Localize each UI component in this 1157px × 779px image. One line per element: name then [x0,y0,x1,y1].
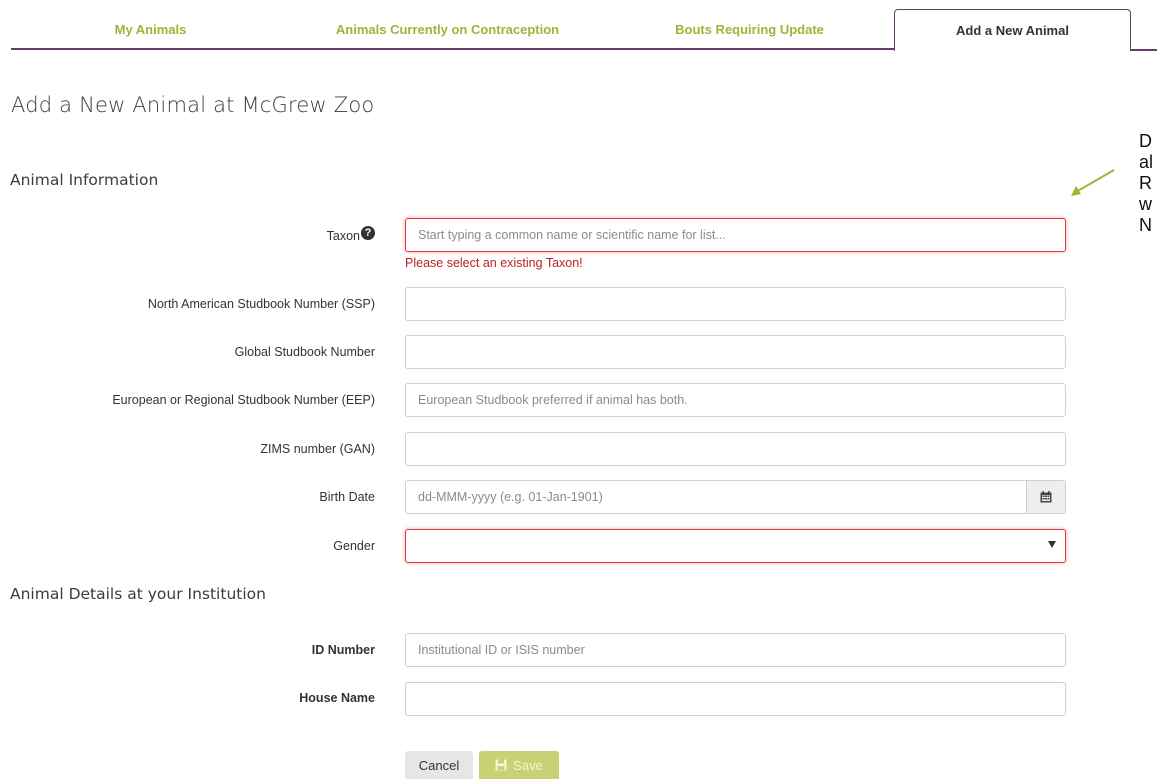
tab-bouts[interactable]: Bouts Requiring Update [605,10,894,50]
annotation-line: N [1139,215,1152,235]
tab-label: Bouts Requiring Update [675,21,824,37]
section-title-animal-information: Animal Information [10,171,159,189]
annotation-note: D al R w N [1139,131,1153,236]
cancel-label: Cancel [418,757,460,773]
gender-select[interactable] [405,529,1066,563]
house-name-label: House Name [299,691,375,705]
section-title-animal-details: Animal Details at your Institution [10,585,266,603]
house-name-input[interactable] [405,682,1066,716]
eep-placeholder: European Studbook preferred if animal ha… [418,393,688,407]
ssp-label: North American Studbook Number (SSP) [147,297,375,311]
cancel-button[interactable]: Cancel [405,751,473,779]
annotation-arrow-icon [1071,169,1115,196]
annotation-line: R [1139,173,1152,193]
birth-date-label: Birth Date [319,490,375,504]
taxon-placeholder: Start typing a common name or scientific… [418,228,726,242]
global-studbook-input[interactable] [405,335,1066,369]
calendar-icon [1040,491,1052,503]
birth-date-placeholder: dd-MMM-yyyy (e.g. 01-Jan-1901) [418,490,603,504]
annotation-line: w [1139,194,1152,214]
floppy-disk-icon [495,759,507,771]
tab-divider [1130,49,1157,51]
global-studbook-label: Global Studbook Number [234,345,375,359]
caret-down-icon [1048,541,1056,548]
tab-label: Animals Currently on Contraception [335,21,560,37]
taxon-input[interactable]: Start typing a common name or scientific… [405,218,1066,252]
eep-label: European or Regional Studbook Number (EE… [112,393,375,407]
id-number-placeholder: Institutional ID or ISIS number [418,643,585,657]
birth-date-input[interactable]: dd-MMM-yyyy (e.g. 01-Jan-1901) [405,480,1026,514]
ssp-input[interactable] [405,287,1066,321]
tab-add-new-animal[interactable]: Add a New Animal [894,9,1131,51]
calendar-button[interactable] [1026,480,1066,514]
annotation-line: D [1139,131,1152,151]
id-number-input[interactable]: Institutional ID or ISIS number [405,633,1066,667]
save-button[interactable]: Save [479,751,559,779]
tab-my-animals[interactable]: My Animals [11,10,290,50]
tab-contraception[interactable]: Animals Currently on Contraception [290,10,605,50]
eep-input[interactable]: European Studbook preferred if animal ha… [405,383,1066,417]
tab-bar: My Animals Animals Currently on Contrace… [0,0,1157,52]
tab-label: Add a New Animal [956,23,1069,38]
question-circle-icon[interactable]: ? [361,226,375,240]
tab-label: My Animals [114,21,187,37]
id-number-label: ID Number [311,643,375,657]
gender-label: Gender [333,539,375,553]
zims-label: ZIMS number (GAN) [260,442,375,456]
taxon-error-message: Please select an existing Taxon! [405,256,583,270]
page-title: Add a New Animal at McGrew Zoo [11,93,375,117]
birth-date-field: dd-MMM-yyyy (e.g. 01-Jan-1901) [405,480,1066,514]
save-label: Save [513,757,543,773]
annotation-line: al [1139,152,1154,172]
taxon-label: Taxon [326,229,360,243]
zims-input[interactable] [405,432,1066,466]
